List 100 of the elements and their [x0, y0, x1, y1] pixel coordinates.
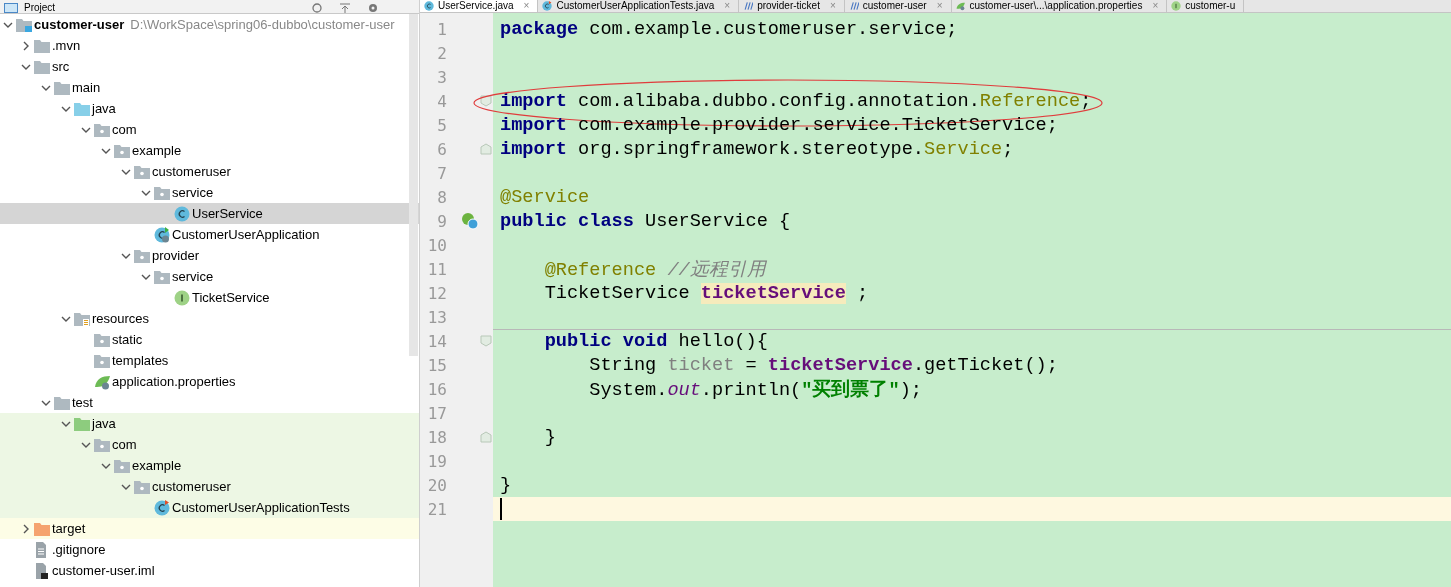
item-label: .mvn: [52, 38, 81, 53]
line-number: 5: [436, 115, 447, 135]
item-label: customer-user.iml: [52, 563, 155, 578]
settings-icon[interactable]: [367, 3, 379, 13]
folder-icon: [74, 416, 90, 431]
folder-icon: [34, 521, 50, 536]
item-label: customeruser: [152, 479, 231, 494]
item-label: application.properties: [112, 374, 236, 389]
code-line: public class UserService {: [500, 210, 791, 232]
tree-item[interactable]: provider: [0, 245, 419, 266]
tree-item[interactable]: .gitignore: [0, 539, 419, 560]
code-line: package com.example.customeruser.service;: [500, 18, 958, 40]
tree-item[interactable]: com: [0, 434, 419, 455]
fold-icon[interactable]: [480, 95, 492, 107]
code-line: import com.alibaba.dubbo.config.annotation.Reference;: [500, 90, 1092, 112]
line-number: 7: [436, 163, 447, 183]
tree-item[interactable]: test: [0, 392, 419, 413]
item-label: example: [132, 143, 182, 158]
editor-tab[interactable]: UserService.java ×: [420, 0, 539, 12]
line-number: 2: [436, 43, 447, 63]
line-number: 20: [426, 475, 447, 495]
tree-item[interactable]: java: [0, 98, 419, 119]
tree-item[interactable]: main: [0, 77, 419, 98]
class-icon: [174, 205, 190, 222]
slashes-icon: [743, 1, 754, 11]
code-line: }: [543, 426, 556, 448]
line-number: 6: [436, 139, 447, 159]
code-line: String ticket = ticketService.getTicket();: [588, 354, 1058, 376]
code-line: TicketService ticketService ;: [543, 282, 869, 304]
tree-item[interactable]: .mvn: [0, 35, 419, 56]
line-number: 3: [436, 67, 447, 87]
tree-item[interactable]: CustomerUserApplication: [0, 224, 419, 245]
package-icon: [94, 122, 110, 137]
item-label: test: [72, 395, 93, 410]
tree-item[interactable]: TicketService: [0, 287, 419, 308]
item-label: java: [92, 416, 116, 431]
line-number: 14: [426, 331, 447, 351]
item-label: provider: [152, 248, 199, 263]
tree-item[interactable]: example: [0, 455, 419, 476]
class-icon: [154, 499, 170, 516]
line-number: 21: [426, 499, 447, 519]
tree-item[interactable]: customeruser: [0, 476, 419, 497]
scrollbar-thumb[interactable]: [409, 14, 418, 356]
editor-tab[interactable]: customer-user ×: [844, 0, 952, 12]
tree-item[interactable]: com: [0, 119, 419, 140]
tree-item[interactable]: service: [0, 266, 419, 287]
item-label: TicketService: [192, 290, 270, 305]
code-line: @Reference //远程引用: [543, 259, 766, 282]
editor-tab[interactable]: CustomerUserApplicationTests.java ×: [538, 0, 740, 12]
editor-tab[interactable]: provider-ticket ×: [739, 0, 845, 12]
tree-item[interactable]: templates: [0, 350, 419, 371]
package-icon: [94, 353, 110, 368]
line-number: 12: [426, 283, 447, 303]
item-label: .gitignore: [52, 542, 106, 557]
close-icon[interactable]: ×: [523, 1, 530, 11]
code-line: @Service: [500, 186, 590, 208]
folder-icon: [54, 395, 70, 410]
item-label: UserService: [192, 206, 263, 221]
editor-tab[interactable]: customer-user\...\application.properties ×: [951, 0, 1168, 12]
editor-tab[interactable]: customer-u: [1167, 0, 1245, 12]
class-icon: [542, 1, 553, 11]
tree-item[interactable]: UserService: [0, 203, 419, 224]
interface-icon: [174, 289, 190, 306]
tree-item[interactable]: service: [0, 182, 419, 203]
tree-item[interactable]: java: [0, 413, 419, 434]
package-icon: [134, 248, 150, 263]
item-label: service: [172, 269, 214, 284]
folder-icon: [54, 80, 70, 95]
item-label: com: [112, 122, 137, 137]
slashes-icon: [848, 1, 859, 11]
tree-item[interactable]: customer-user D:\WorkSpace\spring06-dubbo\customer-user: [0, 14, 419, 35]
package-icon: [154, 185, 170, 200]
item-label: main: [72, 80, 101, 95]
tree-item[interactable]: static: [0, 329, 419, 350]
text-cursor: [500, 498, 502, 520]
line-number: 9: [436, 211, 447, 231]
leaf-icon: [955, 1, 966, 11]
line-number: 18: [426, 427, 447, 447]
target-icon[interactable]: [311, 3, 323, 13]
leaf-icon: [94, 373, 112, 390]
tree-item[interactable]: customeruser: [0, 161, 419, 182]
tree-item[interactable]: application.properties: [0, 371, 419, 392]
folder-icon: [34, 59, 50, 74]
tree-item[interactable]: resources: [0, 308, 419, 329]
tree-item[interactable]: target: [0, 518, 419, 539]
collapse-icon[interactable]: [339, 3, 351, 13]
line-number: 1: [436, 19, 447, 39]
bean-icon[interactable]: [461, 212, 479, 230]
item-label: example: [132, 458, 182, 473]
folder-icon: [34, 38, 50, 53]
tree-item[interactable]: CustomerUserApplicationTests: [0, 497, 419, 518]
line-number: 19: [426, 451, 447, 471]
class-icon: [424, 1, 434, 11]
package-icon: [154, 269, 170, 284]
tree-item[interactable]: customer-user.iml: [0, 560, 419, 581]
panel-icon: [4, 3, 18, 13]
line-number: 11: [426, 259, 447, 279]
tree-item[interactable]: src: [0, 56, 419, 77]
tree-item[interactable]: example: [0, 140, 419, 161]
class-icon: [154, 226, 170, 243]
